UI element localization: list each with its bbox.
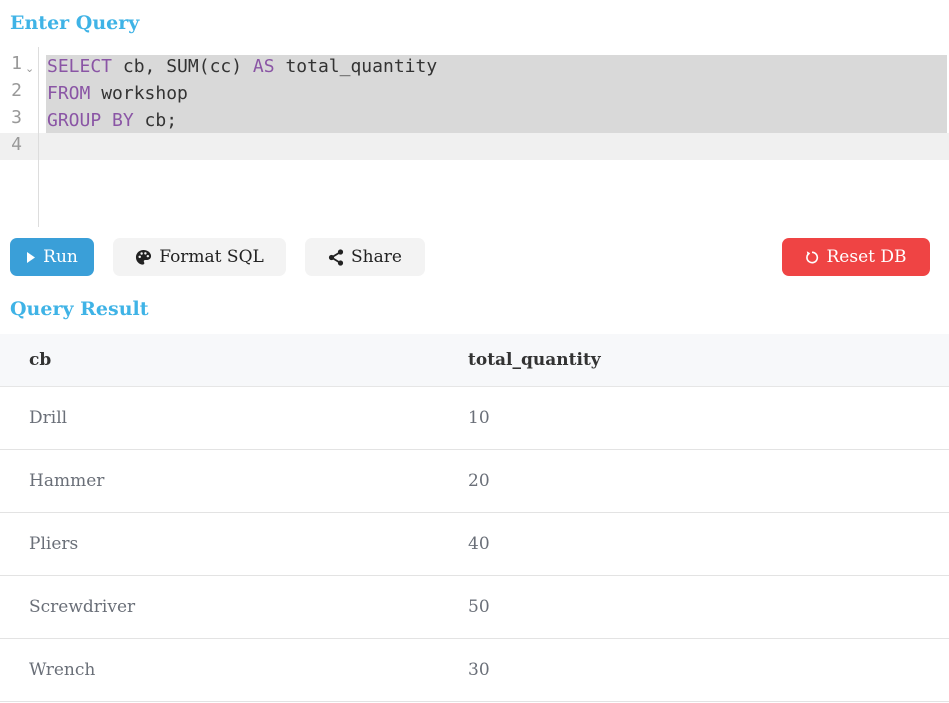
run-label: Run bbox=[43, 247, 78, 267]
sql-keyword: FROM bbox=[47, 83, 91, 104]
cell-cb: Wrench bbox=[0, 638, 439, 702]
reset-db-label: Reset DB bbox=[826, 247, 907, 267]
refresh-icon bbox=[805, 250, 819, 265]
table-row: Pliers 40 bbox=[0, 512, 949, 576]
cell-total-quantity: 10 bbox=[439, 386, 949, 450]
share-label: Share bbox=[351, 247, 402, 267]
play-icon bbox=[26, 251, 36, 264]
column-header-cb: cb bbox=[0, 334, 439, 387]
sql-text: cb; bbox=[133, 110, 178, 131]
query-result-title: Query Result bbox=[10, 298, 149, 320]
table-row: Wrench 30 bbox=[0, 638, 949, 702]
share-button[interactable]: Share bbox=[305, 238, 425, 276]
line-number: 2 bbox=[11, 80, 22, 101]
line-number: 3 bbox=[11, 107, 22, 128]
cell-cb: Drill bbox=[0, 386, 439, 450]
code-line-1[interactable]: SELECT cb, SUM(cc) AS total_quantity bbox=[47, 53, 437, 80]
share-icon bbox=[328, 248, 344, 266]
result-table: cb total_quantity Drill 10 Hammer 20 Pli… bbox=[0, 334, 949, 702]
editor-gutter: 1 2 3 4 ⌄ bbox=[0, 47, 39, 227]
cell-total-quantity: 40 bbox=[439, 512, 949, 576]
run-button[interactable]: Run bbox=[10, 238, 94, 276]
cell-total-quantity: 20 bbox=[439, 449, 949, 513]
sql-keyword: SELECT bbox=[47, 56, 113, 77]
table-row: Drill 10 bbox=[0, 386, 949, 450]
cell-cb: Hammer bbox=[0, 449, 439, 513]
format-sql-button[interactable]: Format SQL bbox=[113, 238, 286, 276]
sql-text: workshop bbox=[90, 83, 188, 104]
enter-query-title: Enter Query bbox=[10, 12, 140, 34]
table-header-row: cb total_quantity bbox=[0, 334, 949, 387]
format-sql-label: Format SQL bbox=[159, 247, 264, 267]
cell-cb: Screwdriver bbox=[0, 575, 439, 639]
line-number: 4 bbox=[11, 134, 22, 155]
sql-keyword: AS bbox=[252, 56, 275, 77]
cell-total-quantity: 50 bbox=[439, 575, 949, 639]
chevron-down-icon[interactable]: ⌄ bbox=[25, 62, 34, 75]
cell-total-quantity: 30 bbox=[439, 638, 949, 702]
sql-text: cb, SUM(cc) bbox=[112, 56, 253, 77]
sql-editor[interactable]: 1 2 3 4 ⌄ SELECT cb, SUM(cc) AS total_qu… bbox=[0, 47, 949, 227]
table-row: Hammer 20 bbox=[0, 449, 949, 513]
sql-text: total_quantity bbox=[274, 56, 438, 77]
code-line-2[interactable]: FROM workshop bbox=[47, 80, 188, 107]
reset-db-button[interactable]: Reset DB bbox=[782, 238, 930, 276]
active-line-highlight bbox=[0, 133, 949, 160]
cell-cb: Pliers bbox=[0, 512, 439, 576]
line-number: 1 bbox=[11, 53, 22, 74]
palette-icon bbox=[135, 249, 152, 266]
sql-keyword: GROUP BY bbox=[47, 110, 134, 131]
code-line-3[interactable]: GROUP BY cb; bbox=[47, 107, 177, 134]
column-header-total-quantity: total_quantity bbox=[439, 334, 949, 387]
table-row: Screwdriver 50 bbox=[0, 575, 949, 639]
